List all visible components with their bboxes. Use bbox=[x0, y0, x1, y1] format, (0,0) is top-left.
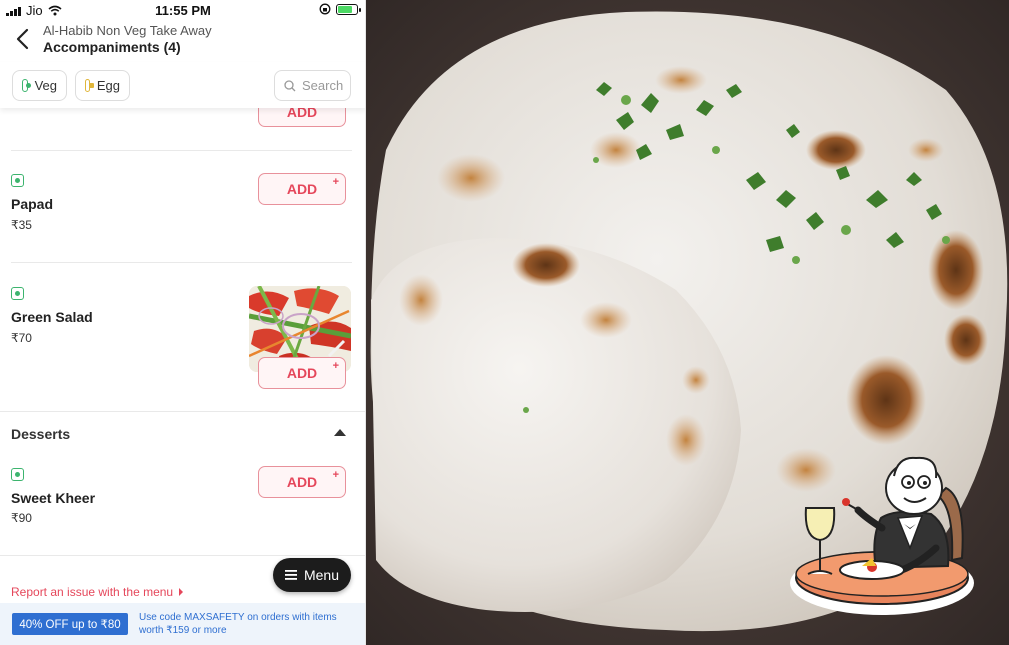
clock: 11:55 PM bbox=[155, 3, 211, 18]
collapse-caret-icon[interactable] bbox=[334, 429, 346, 436]
add-button-green-salad[interactable]: ADD + bbox=[258, 357, 346, 389]
item-price: ₹70 bbox=[11, 331, 32, 345]
search-icon bbox=[284, 79, 296, 91]
diner-sticker-icon bbox=[790, 456, 974, 615]
plus-icon: + bbox=[332, 469, 339, 481]
battery-icon bbox=[336, 3, 361, 15]
plus-icon: + bbox=[332, 360, 339, 372]
report-issue-label: Report an issue with the menu bbox=[11, 585, 174, 599]
filter-bar: Veg Egg Search bbox=[0, 62, 365, 108]
menu-button-label: Menu bbox=[303, 567, 340, 583]
food-photo bbox=[366, 0, 1009, 645]
status-bar: Jio 11:55 PM bbox=[0, 0, 365, 20]
plus-icon: + bbox=[332, 176, 339, 188]
veg-mark-icon bbox=[22, 79, 30, 92]
restaurant-name: Al-Habib Non Veg Take Away bbox=[43, 23, 212, 38]
item-divider bbox=[11, 262, 352, 263]
item-name: Green Salad bbox=[11, 309, 93, 325]
item-name: Sweet Kheer bbox=[11, 490, 96, 506]
offer-text: Use code MAXSAFETY on orders with items … bbox=[139, 612, 337, 636]
page-header: Al-Habib Non Veg Take Away Accompaniment… bbox=[0, 20, 365, 62]
item-price: ₹35 bbox=[11, 218, 32, 232]
offer-badge: 40% OFF up to ₹80 bbox=[12, 613, 128, 635]
chevron-right-icon bbox=[179, 588, 184, 596]
veg-mark-icon bbox=[11, 287, 24, 300]
back-arrow-icon[interactable] bbox=[12, 26, 34, 52]
section-title-desserts[interactable]: Desserts bbox=[11, 426, 70, 442]
veg-mark-icon bbox=[11, 468, 24, 481]
list-end-divider bbox=[0, 555, 365, 556]
status-right bbox=[319, 3, 361, 15]
phone-screen: Jio 11:55 PM Al-Habib Non Veg Take Away … bbox=[0, 0, 366, 645]
egg-filter-label: Egg bbox=[96, 78, 120, 93]
egg-filter-chip[interactable]: Egg bbox=[75, 70, 130, 101]
page-title: Accompaniments (4) bbox=[43, 39, 181, 55]
veg-mark-icon bbox=[11, 174, 24, 187]
menu-button[interactable]: Menu bbox=[273, 558, 351, 592]
item-price: ₹90 bbox=[11, 511, 32, 525]
add-button-sweet-kheer[interactable]: ADD + bbox=[258, 466, 346, 498]
report-issue-link[interactable]: Report an issue with the menu bbox=[11, 585, 184, 599]
search-input[interactable]: Search bbox=[274, 70, 351, 101]
search-placeholder: Search bbox=[302, 78, 344, 93]
egg-mark-icon bbox=[85, 79, 94, 92]
hamburger-icon bbox=[284, 570, 297, 580]
item-name: Papad bbox=[11, 196, 54, 212]
veg-filter-label: Veg bbox=[34, 78, 57, 93]
offer-banner[interactable]: 40% OFF up to ₹80 Use code MAXSAFETY on … bbox=[0, 603, 365, 645]
add-button-label: ADD bbox=[286, 365, 318, 381]
add-button-label: ADD bbox=[286, 474, 318, 490]
add-button-papad[interactable]: ADD + bbox=[258, 173, 346, 205]
item-divider bbox=[11, 150, 352, 151]
lock-rotation-icon bbox=[319, 3, 331, 15]
veg-filter-chip[interactable]: Veg bbox=[12, 70, 67, 101]
section-divider bbox=[0, 411, 365, 412]
add-button-label: ADD bbox=[286, 181, 318, 197]
